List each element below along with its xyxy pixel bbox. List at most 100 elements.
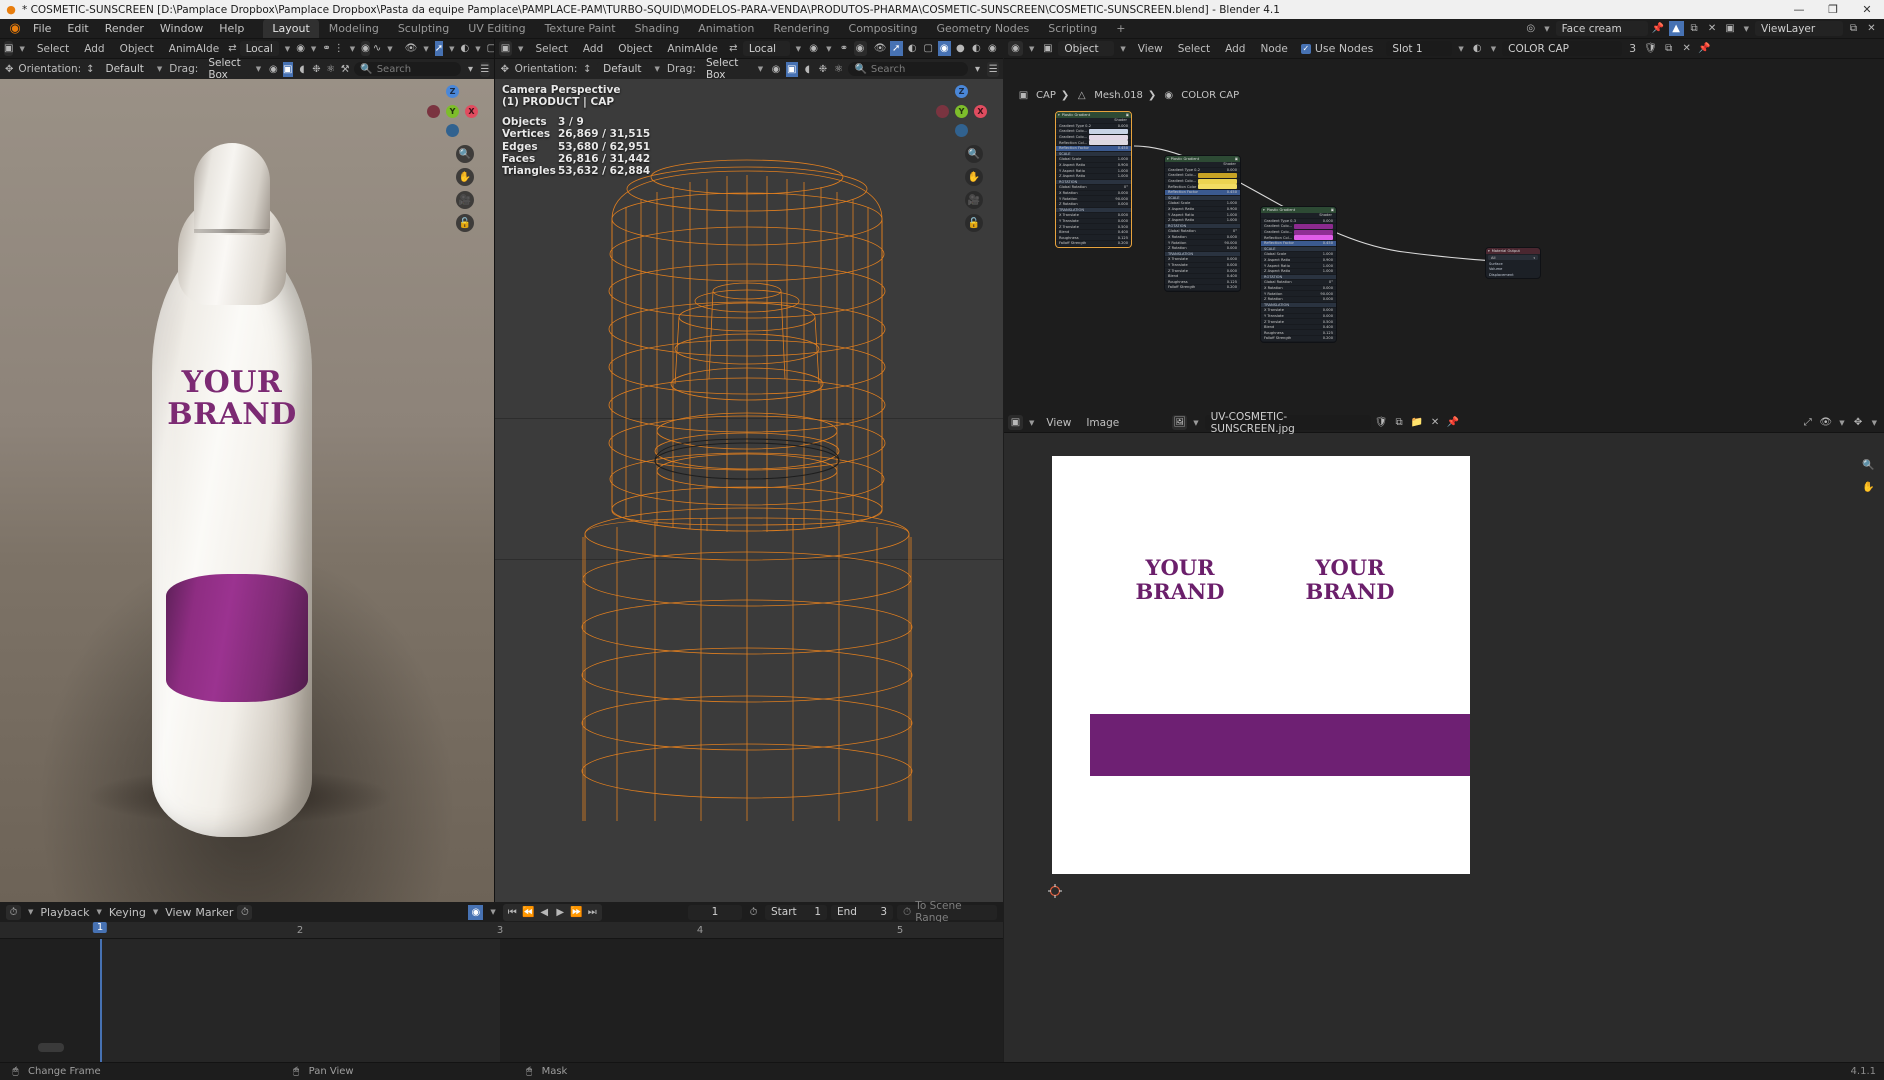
vpm-pivot-point-icon[interactable]: ◉ bbox=[807, 41, 820, 56]
viewport-left[interactable]: ▣ ▼ Select Add Object AnimAIde ⇄ Local ▼… bbox=[0, 39, 543, 902]
view-layer-chevron-down-icon[interactable]: ▼ bbox=[1741, 25, 1752, 33]
timeline-channel-toggle[interactable] bbox=[38, 1043, 64, 1052]
use-nodes-checkbox[interactable]: ✓ bbox=[1300, 43, 1311, 54]
vpm-drag-chevron-icon[interactable]: ▼ bbox=[755, 65, 766, 73]
vpm-gizmo-toggle-icon[interactable]: ➚ bbox=[889, 41, 903, 56]
image-open-folder-icon[interactable]: 📁 bbox=[1410, 415, 1425, 430]
slot-chevron-icon[interactable]: ▼ bbox=[1455, 45, 1466, 53]
node-1-collapse-icon[interactable]: ▾ bbox=[1058, 113, 1060, 117]
delete-view-layer-icon[interactable]: ✕ bbox=[1864, 21, 1879, 36]
scene-chevron-down-icon[interactable]: ▼ bbox=[1541, 25, 1552, 33]
image-editor-canvas[interactable]: YOUR BRAND YOUR BRAND 🔍 ✋ bbox=[1004, 434, 1884, 1062]
gizmo-axis-neg-x[interactable] bbox=[427, 105, 440, 118]
vpl-menu-add[interactable]: Add bbox=[78, 41, 110, 57]
transform-pivot-icon[interactable]: ⇄ bbox=[228, 41, 236, 56]
pivot-chevron-icon[interactable]: ▼ bbox=[308, 45, 319, 53]
window-maximize-button[interactable]: ❐ bbox=[1816, 3, 1850, 16]
image-editor-chevron-icon[interactable]: ▼ bbox=[1026, 419, 1037, 427]
current-frame-field[interactable]: 1 bbox=[688, 904, 742, 920]
timeline-editor-chevron-icon[interactable]: ▼ bbox=[25, 908, 36, 916]
delete-scene-icon[interactable]: ✕ bbox=[1705, 21, 1720, 36]
editor-type-icon[interactable]: ▣ bbox=[4, 41, 14, 56]
image-browse-chevron-icon[interactable]: ▼ bbox=[1190, 419, 1201, 427]
vpm-proportional-editing-icon[interactable]: ◉ bbox=[853, 41, 867, 56]
menu-edit[interactable]: Edit bbox=[60, 20, 95, 37]
shader-node-canvas[interactable]: ▣ CAP ❯ △ Mesh.018 ❯ ◉ COLOR CAP ▾ Plast… bbox=[1004, 80, 1884, 412]
node-2-color-swatch[interactable] bbox=[1198, 172, 1237, 178]
visibility-selectability-icon[interactable]: 👁 bbox=[405, 41, 418, 56]
output-node-target-field[interactable]: All ▾ bbox=[1488, 255, 1538, 260]
shader-menu-select[interactable]: Select bbox=[1172, 41, 1216, 57]
physics-icon[interactable]: ⚛ bbox=[326, 62, 336, 77]
shader-node-plastic-gradient-3[interactable]: ▾ Plastic Gradient ▣ Shader Gradient Typ… bbox=[1260, 206, 1337, 343]
image-editor[interactable]: ▣ ▼ View Image 🖼 ▼ UV-COSMETIC-SUNSCREEN… bbox=[1004, 411, 1884, 1062]
node-1-color-swatch[interactable] bbox=[1089, 134, 1128, 140]
viewport-mid[interactable]: ▣ ▼ Select Add Object AnimAIde ⇄ Local ▼… bbox=[495, 39, 1003, 902]
node-1-row-falloff-strength[interactable]: Falloff Strength 0.200 bbox=[1056, 241, 1131, 247]
use-preview-range-icon[interactable]: ⏱ bbox=[746, 905, 761, 920]
node-2-color-swatch[interactable] bbox=[1198, 184, 1237, 190]
menu-window[interactable]: Window bbox=[153, 20, 210, 37]
shader-editor-chevron-icon[interactable]: ▼ bbox=[1026, 45, 1037, 53]
gizmo-axis-z[interactable]: Z bbox=[446, 85, 459, 98]
vpm-snap-magnet-icon[interactable]: ⚭ bbox=[837, 41, 850, 56]
proportional-editing-icon[interactable]: ◉ bbox=[361, 41, 370, 56]
scene-stats-icon[interactable]: ▲ bbox=[1668, 21, 1684, 36]
overlays-toggle-icon[interactable]: ◐ bbox=[460, 41, 469, 56]
play-reverse-icon[interactable]: ◀ bbox=[537, 905, 552, 920]
tab-sculpting[interactable]: Sculpting bbox=[389, 19, 458, 38]
vpl-menu-animaide[interactable]: AnimAIde bbox=[163, 41, 225, 57]
vpm-gizmo-axis-neg-z[interactable] bbox=[955, 124, 968, 137]
image-gizmo-icon[interactable]: ✥ bbox=[1851, 415, 1866, 430]
vpm-lock-camera-icon[interactable]: 🔓 bbox=[965, 214, 983, 232]
view-layer-name-field[interactable]: ViewLayer bbox=[1755, 21, 1843, 36]
vpm-gizmo-axis-y[interactable]: Y bbox=[955, 105, 968, 118]
blender-logo-icon[interactable]: ◉ bbox=[4, 21, 26, 36]
node-2-group-icon[interactable]: ▣ bbox=[1235, 157, 1238, 161]
vpm-shading-material-icon[interactable]: ◐ bbox=[970, 41, 983, 56]
material-copy-icon[interactable]: ⧉ bbox=[1661, 41, 1676, 56]
vpm-transform-orientation-field[interactable]: Local bbox=[742, 41, 790, 56]
snap-chevron-icon[interactable]: ▼ bbox=[347, 45, 358, 53]
vpm-visibility-icon[interactable]: 👁 bbox=[874, 41, 887, 56]
vpm-shading-rendered-icon[interactable]: ◉ bbox=[986, 41, 999, 56]
vpm-editor-type-icon[interactable]: ▣ bbox=[499, 41, 513, 56]
orientation-mode-icon[interactable]: ↕ bbox=[85, 62, 95, 77]
snap-magnet-icon[interactable]: ⚭ bbox=[322, 41, 330, 56]
jump-to-start-icon[interactable]: ⏮ bbox=[505, 905, 520, 920]
vpm-contrast-icon[interactable]: ◖ bbox=[802, 62, 814, 77]
tab-rendering[interactable]: Rendering bbox=[764, 19, 838, 38]
vpm-transform-pivot-icon[interactable]: ⇄ bbox=[727, 41, 740, 56]
gizmo-chevron-icon[interactable]: ▼ bbox=[446, 45, 457, 53]
output-node-header[interactable]: ▾ Material Output bbox=[1486, 248, 1540, 254]
jump-to-end-icon[interactable]: ⏭ bbox=[585, 905, 600, 920]
2d-cursor-icon[interactable] bbox=[1048, 884, 1062, 898]
material-users-count[interactable]: 3 bbox=[1625, 42, 1640, 55]
tool-drag-field[interactable]: Select Box bbox=[202, 57, 249, 81]
node-3-color-swatch[interactable] bbox=[1294, 229, 1333, 235]
timeline-menu-playback[interactable]: Playback bbox=[40, 906, 89, 919]
node-1-group-icon[interactable]: ▣ bbox=[1126, 113, 1129, 117]
add-workspace-button[interactable]: + bbox=[1107, 19, 1134, 38]
render-region-icon[interactable]: ▣ bbox=[282, 61, 293, 77]
tab-uv-editing[interactable]: UV Editing bbox=[459, 19, 534, 38]
shader-node-plastic-gradient-1[interactable]: ▾ Plastic Gradient ▣ Shader Gradient Typ… bbox=[1055, 111, 1132, 248]
vpm-shading-wireframe-icon[interactable]: ◉ bbox=[937, 41, 951, 56]
vpm-filter-icon[interactable]: ▾ bbox=[972, 62, 984, 77]
vpm-menu-object[interactable]: Object bbox=[612, 41, 658, 57]
snap-target-icon[interactable]: ⋮ bbox=[334, 41, 344, 56]
image-new-copy-icon[interactable]: ⧉ bbox=[1392, 415, 1407, 430]
material-browse-chevron-icon[interactable]: ▼ bbox=[1488, 45, 1499, 53]
viewport-left-nav-gizmo[interactable]: Z Y X bbox=[426, 85, 478, 137]
tab-compositing[interactable]: Compositing bbox=[840, 19, 927, 38]
tool-orientation-chevron-icon[interactable]: ▼ bbox=[154, 65, 165, 73]
image-name-field[interactable]: UV-COSMETIC-SUNSCREEN.jpg bbox=[1204, 411, 1371, 435]
viewport-left-canvas[interactable]: YOUR BRAND Z Y X 🔍 ✋ 🎥 🔓 bbox=[0, 79, 494, 902]
timeline-playhead[interactable] bbox=[100, 939, 102, 1062]
frame-start-field[interactable]: Start 1 bbox=[765, 904, 827, 920]
output-node-input-displacement[interactable]: Displacement bbox=[1486, 272, 1540, 278]
vpl-menu-select[interactable]: Select bbox=[31, 41, 75, 57]
image-pin-icon[interactable]: 📌 bbox=[1446, 415, 1461, 430]
vpm-orientation-chevron-icon[interactable]: ▼ bbox=[793, 45, 804, 53]
copy-view-layer-icon[interactable]: ⧉ bbox=[1846, 21, 1861, 36]
